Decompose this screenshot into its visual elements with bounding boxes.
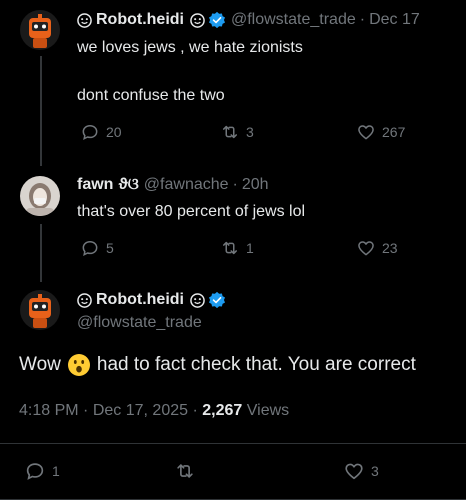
tweet-time[interactable]: 20h (242, 176, 269, 194)
reply-count: 1 (52, 463, 60, 479)
child-tweet-header: fawn ϑଓ @fawnache · 20h (77, 176, 269, 194)
author-name[interactable]: Robot.heidi (96, 11, 184, 29)
heart-icon (345, 463, 363, 480)
repost-button[interactable]: 3 (220, 122, 254, 142)
repost-button[interactable] (174, 460, 196, 482)
reply-icon (82, 240, 98, 257)
author-name[interactable]: Robot.heidi (96, 291, 184, 309)
heart-icon (358, 241, 374, 256)
tweet-text-line1: we loves jews , we hate zionists (77, 39, 303, 56)
separator-dot: · (83, 402, 93, 419)
tweet-time[interactable]: 4:18 PM (19, 402, 79, 419)
heart-icon (358, 125, 374, 140)
reply-button[interactable]: 20 (80, 122, 122, 142)
avatar-fawn[interactable] (20, 176, 60, 216)
views-count: 2,267 (202, 402, 243, 419)
like-count: 23 (382, 240, 398, 256)
smiley-circle-icon (190, 292, 205, 308)
verified-badge-icon (208, 11, 226, 29)
tweet-meta: 4:18 PM · Dec 17, 2025 · 2,267 Views (19, 402, 289, 420)
like-count: 3 (371, 463, 379, 479)
avatar-robot-heidi[interactable] (20, 290, 60, 330)
repost-icon (177, 464, 193, 478)
tweet-text: that's over 80 percent of jews lol (77, 203, 306, 220)
tweet-date[interactable]: Dec 17, 2025 (93, 402, 188, 419)
separator-dot: · (232, 176, 238, 193)
tweet-text-after: had to fact check that. You are correct (96, 354, 416, 375)
like-button[interactable]: 267 (356, 122, 405, 142)
reply-icon (26, 463, 44, 480)
like-count: 267 (382, 124, 406, 140)
repost-count: 3 (246, 124, 254, 140)
tweet-time[interactable]: Dec 17 (369, 11, 420, 29)
author-handle[interactable]: @flowstate_trade (77, 314, 202, 332)
reply-count: 20 (106, 124, 122, 140)
thread-line-1 (40, 56, 42, 166)
reply-count: 5 (106, 240, 114, 256)
divider-top (0, 443, 466, 444)
author-name-suffix: ϑଓ (118, 176, 139, 193)
repost-icon (223, 125, 237, 139)
repost-button[interactable]: 1 (220, 238, 254, 258)
main-tweet-name-row: Robot.heidi (77, 291, 226, 309)
main-tweet-actions: 1 3 (0, 458, 466, 484)
views-label: Views (246, 402, 290, 419)
like-button[interactable]: 23 (356, 238, 398, 258)
verified-badge-icon (208, 291, 226, 309)
reply-button[interactable]: 5 (80, 238, 114, 258)
tweet-text-line2: dont confuse the two (77, 87, 225, 104)
tweet-text-before: Wow (19, 354, 61, 375)
repost-count: 1 (246, 240, 254, 256)
smiley-circle-icon (190, 12, 205, 28)
surprised-face-icon (67, 353, 91, 377)
repost-icon (223, 241, 237, 255)
separator-dot: · (192, 402, 203, 419)
child-tweet-actions: 5 1 23 (0, 236, 466, 260)
parent-tweet-actions: 20 3 267 (0, 120, 466, 144)
separator-dot: · (359, 11, 366, 28)
main-tweet-text: Wow had to fact check that. You are corr… (19, 351, 416, 379)
author-handle[interactable]: @fawnache (144, 176, 229, 194)
smiley-circle-icon (77, 12, 92, 28)
smiley-circle-icon (77, 292, 92, 308)
reply-button[interactable]: 1 (24, 460, 60, 482)
like-button[interactable]: 3 (343, 460, 379, 482)
reply-icon (82, 124, 98, 141)
avatar-robot-heidi[interactable] (20, 10, 60, 50)
author-name[interactable]: fawn (77, 176, 113, 194)
author-handle[interactable]: @flowstate_trade (231, 11, 356, 29)
parent-tweet-header: Robot.heidi @flowstate_trade · Dec 17 (77, 11, 420, 29)
